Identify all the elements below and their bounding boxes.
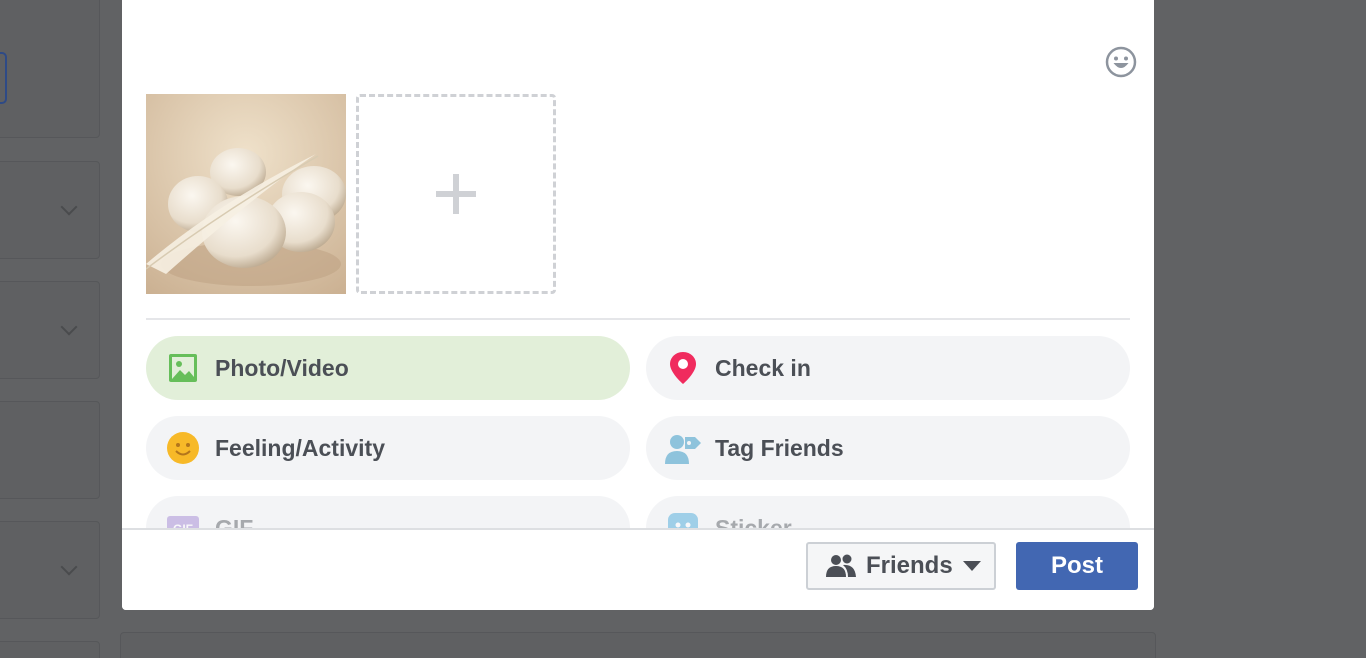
sticker-option[interactable]: Sticker	[646, 496, 1130, 528]
caret-down-icon	[962, 561, 981, 571]
tag-friends-option[interactable]: Tag Friends	[646, 416, 1130, 480]
composer-footer: Friends Post	[122, 528, 1154, 610]
background-card	[0, 281, 100, 379]
sticker-label: Sticker	[715, 514, 792, 529]
attached-photo-thumbnail[interactable]	[146, 94, 346, 294]
photo-video-option[interactable]: Photo/Video	[146, 336, 630, 400]
plus-icon	[436, 174, 476, 214]
smiley-icon	[165, 430, 201, 466]
location-pin-icon	[665, 350, 701, 386]
composer-options: Photo/Video Check in Feeling/Activity Ta…	[122, 336, 1154, 528]
friends-icon	[826, 554, 856, 578]
audience-label: Friends	[866, 552, 953, 579]
gif-icon: GIF	[165, 510, 201, 528]
background-card	[0, 161, 100, 259]
background-card	[120, 632, 1156, 658]
background-card	[0, 641, 100, 658]
tag-friends-label: Tag Friends	[715, 434, 844, 461]
background-card	[0, 0, 100, 138]
eggs-photo	[146, 94, 346, 294]
feeling-activity-option[interactable]: Feeling/Activity	[146, 416, 630, 480]
photo-icon	[165, 350, 201, 386]
sticker-icon	[665, 510, 701, 528]
post-button[interactable]: Post	[1016, 542, 1138, 590]
chevron-down-icon	[60, 318, 78, 336]
gif-label: GIF	[215, 514, 254, 529]
smiley-face-icon[interactable]	[1105, 46, 1137, 78]
background-button	[0, 52, 7, 104]
check-in-option[interactable]: Check in	[646, 336, 1130, 400]
check-in-label: Check in	[715, 354, 811, 381]
gif-option[interactable]: GIF GIF	[146, 496, 630, 528]
add-photo-tile[interactable]	[356, 94, 556, 294]
feeling-activity-label: Feeling/Activity	[215, 434, 385, 461]
background-card	[0, 401, 100, 499]
audience-selector-button[interactable]: Friends	[806, 542, 996, 590]
post-composer-dialog: Photo/Video Check in Feeling/Activity Ta…	[122, 0, 1154, 610]
background-card	[0, 521, 100, 619]
photo-video-label: Photo/Video	[215, 354, 349, 381]
chevron-down-icon	[60, 558, 78, 576]
tag-person-icon	[665, 430, 701, 466]
divider	[146, 318, 1130, 320]
chevron-down-icon	[60, 198, 78, 216]
